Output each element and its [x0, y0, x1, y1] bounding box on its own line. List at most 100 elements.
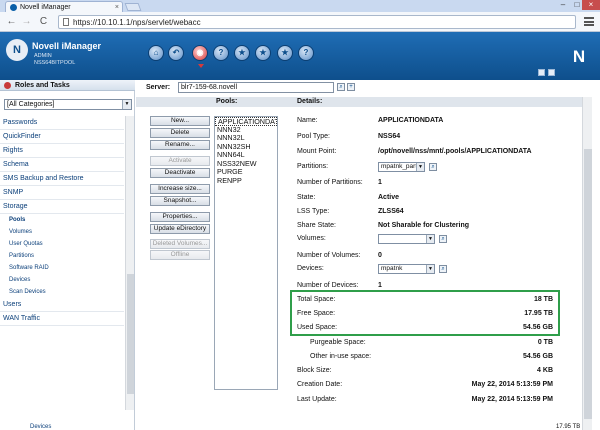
sidebar-item[interactable]: Pools	[0, 214, 124, 226]
detail-value: APPLICATIONDATA	[378, 117, 444, 124]
cut-off-left-text: Devices	[30, 424, 52, 430]
tab-close-icon[interactable]: ×	[115, 4, 119, 11]
configure-icon[interactable]: ★	[255, 45, 271, 61]
volumes-details-icon[interactable]: ⌕	[439, 235, 447, 243]
exit-icon[interactable]: ↶	[168, 45, 184, 61]
pool-action-button[interactable]: Increase size...	[150, 184, 210, 194]
help-icon[interactable]: ?	[298, 45, 314, 61]
pool-list-item[interactable]: RENPP	[215, 177, 277, 186]
sidebar-item[interactable]: Storage	[0, 200, 124, 214]
pool-action-button[interactable]: Activate	[150, 156, 210, 166]
sidebar-item[interactable]: Volumes	[0, 226, 124, 238]
url-text: https://10.10.1.1/nps/servlet/webacc	[73, 17, 201, 27]
browser-menu-icon[interactable]	[584, 17, 594, 26]
cut-off-right-text: 17.95 TB	[556, 424, 581, 430]
sidebar-item[interactable]: Schema	[0, 158, 124, 172]
detail-label: Share State:	[297, 222, 336, 229]
sidebar-item[interactable]: Passwords	[0, 116, 124, 130]
chevron-down-icon: ▼	[426, 235, 434, 243]
detail-label: Other in-use space:	[310, 353, 372, 360]
detail-label: Pool Type:	[297, 133, 330, 140]
object-selector-icon[interactable]: ⌕	[337, 83, 345, 91]
pool-action-button[interactable]: Delete	[150, 128, 210, 138]
pool-list-item[interactable]: NNN32SH	[215, 143, 277, 152]
pool-action-button[interactable]: New...	[150, 116, 210, 126]
detail-value: /opt/novell/nss/mnt/.pools/APPLICATIONDA…	[378, 148, 532, 155]
pool-list-item[interactable]: NNN32L	[215, 134, 277, 143]
roles-tasks-icon[interactable]: ◉	[192, 45, 208, 61]
detail-value: ZLSS64	[378, 208, 404, 215]
main-scrollbar[interactable]	[582, 97, 592, 430]
server-input[interactable]: blr7-159-68.novell	[178, 82, 334, 93]
detail-label: State:	[297, 194, 316, 201]
detail-label: Mount Point:	[297, 148, 337, 155]
pool-action-button[interactable]: Offline	[150, 250, 210, 260]
window-close-button[interactable]: ×	[582, 0, 600, 10]
sidebar-item[interactable]: QuickFinder	[0, 130, 124, 144]
detail-value: Active	[378, 194, 400, 201]
roles-tasks-panel: Roles and Tasks [All Categories] ▼ Passw…	[0, 80, 135, 430]
sidebar-item[interactable]: SMS Backup and Restore	[0, 172, 124, 186]
pools-listbox[interactable]: APPLICATIONDATA NNN32 NNN32L NNN32SH NNN64L N…	[214, 116, 278, 390]
volumes-select[interactable]: ▼	[378, 234, 435, 244]
sidebar-item[interactable]: Partitions	[0, 250, 124, 262]
browser-back-icon[interactable]: ←	[6, 16, 17, 28]
header-minimize-icon[interactable]	[538, 69, 545, 76]
favorites-icon[interactable]: ★	[234, 45, 250, 61]
details-label: Details:	[297, 98, 323, 105]
tree-name: NSS64BITPOOL	[34, 60, 76, 66]
pool-action-button[interactable]: Deactivate	[150, 168, 210, 178]
sidebar-item[interactable]: Rights	[0, 144, 124, 158]
pool-list-item[interactable]: NNN32	[215, 126, 277, 135]
partitions-select[interactable]: mpatnk_part ▼	[378, 162, 425, 172]
pool-action-button[interactable]: Update eDirectory	[150, 224, 210, 234]
sidebar-item[interactable]: Users	[0, 298, 124, 312]
pool-action-button[interactable]: Deleted Volumes...	[150, 239, 210, 249]
detail-label: Number of Partitions:	[297, 179, 363, 186]
pool-action-button[interactable]: Snapshot...	[150, 196, 210, 206]
devices-details-icon[interactable]: ⌕	[439, 265, 447, 273]
header-maximize-icon[interactable]	[548, 69, 555, 76]
pool-action-button[interactable]: Rename...	[150, 140, 210, 150]
minimize-button[interactable]: –	[556, 0, 570, 10]
category-select[interactable]: [All Categories] ▼	[4, 99, 132, 110]
pool-list-item[interactable]: PURGE	[215, 168, 277, 177]
reload-icon[interactable]: C	[38, 16, 49, 28]
roles-tasks-header[interactable]: Roles and Tasks	[0, 80, 135, 91]
detail-label: Number of Devices:	[297, 282, 359, 289]
sidebar-item[interactable]: Devices	[0, 274, 124, 286]
left-scrollbar-thumb[interactable]	[127, 274, 134, 394]
sidebar-item[interactable]: User Quotas	[0, 238, 124, 250]
object-history-icon[interactable]: +	[347, 83, 355, 91]
detail-label: Block Size:	[297, 367, 332, 374]
devices-select[interactable]: mpatnk ▼	[378, 264, 435, 274]
pool-list-item[interactable]: NSS32NEW	[215, 160, 277, 169]
roles-list: Passwords QuickFinder Rights Schema SMS Back…	[0, 116, 124, 326]
detail-value: 1	[378, 179, 382, 186]
detail-label: Volumes:	[297, 235, 326, 242]
home-icon[interactable]: ⌂	[148, 45, 164, 61]
pool-list-item[interactable]: APPLICATIONDATA	[215, 117, 277, 126]
pools-label: Pools:	[216, 98, 238, 105]
sidebar-item[interactable]: Scan Devices	[0, 286, 124, 298]
view-objects-icon[interactable]: ?	[213, 45, 229, 61]
left-scrollbar[interactable]	[125, 116, 134, 410]
preferences-icon[interactable]: ★	[277, 45, 293, 61]
main-scrollbar-thumb[interactable]	[584, 149, 592, 419]
new-tab-button[interactable]	[124, 3, 142, 11]
browser-forward-icon[interactable]: →	[21, 16, 32, 28]
roles-tasks-title: Roles and Tasks	[15, 81, 70, 89]
sidebar-item[interactable]: Software RAID	[0, 262, 124, 274]
sidebar-item[interactable]: SNMP	[0, 186, 124, 200]
right-edge	[592, 80, 600, 430]
pool-list-item[interactable]: NNN64L	[215, 151, 277, 160]
sidebar-item[interactable]: WAN Traffic	[0, 312, 124, 326]
detail-label: Name:	[297, 117, 318, 124]
address-bar[interactable]: https://10.10.1.1/nps/servlet/webacc	[58, 15, 576, 29]
pool-action-button[interactable]: Properties...	[150, 212, 210, 222]
active-view-marker-icon	[198, 64, 204, 68]
detail-label: Partitions:	[297, 163, 329, 170]
collapse-arrow-icon[interactable]	[4, 81, 11, 89]
partitions-details-icon[interactable]: ⌕	[429, 163, 437, 171]
browser-tab[interactable]: Novell iManager ×	[5, 1, 123, 12]
